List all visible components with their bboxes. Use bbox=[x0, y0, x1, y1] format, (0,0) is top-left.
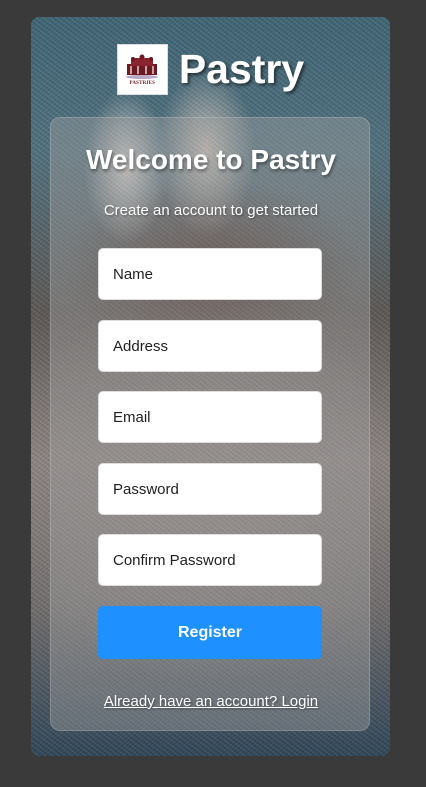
app-name: Pastry bbox=[178, 46, 305, 92]
pastry-logo: PASTRIES bbox=[116, 44, 168, 95]
name-field[interactable] bbox=[98, 248, 322, 300]
page-title: Welcome to Pastry bbox=[85, 144, 337, 175]
login-link[interactable]: Already have an account? Login bbox=[51, 693, 371, 710]
confirm-password-field[interactable] bbox=[98, 534, 322, 586]
app-frame: PASTRIES Pastry Welcome to Pastry Create… bbox=[31, 17, 390, 756]
brand-header: PASTRIES Pastry bbox=[31, 44, 390, 95]
password-field[interactable] bbox=[98, 463, 322, 515]
email-field[interactable] bbox=[98, 391, 322, 443]
address-field[interactable] bbox=[98, 320, 322, 372]
cake-icon bbox=[126, 54, 159, 79]
register-card: Welcome to Pastry Create an account to g… bbox=[50, 117, 370, 731]
register-button[interactable]: Register bbox=[98, 606, 322, 659]
page-subtitle: Create an account to get started bbox=[103, 202, 319, 219]
logo-text: PASTRIES bbox=[129, 80, 156, 86]
